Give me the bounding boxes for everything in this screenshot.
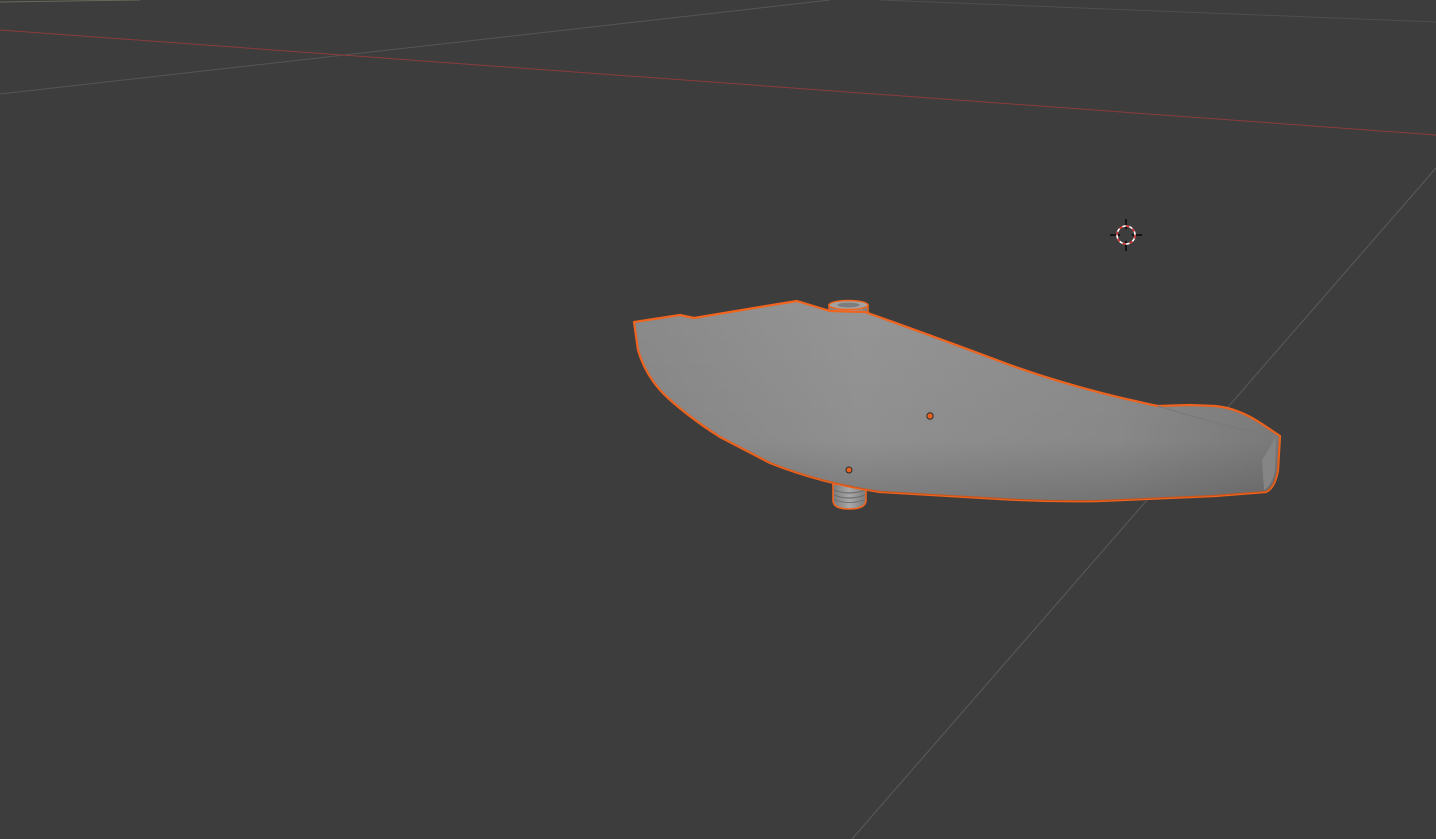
grid-line [879, 0, 1436, 23]
object-origin-point[interactable] [845, 466, 853, 474]
grid-line [0, 0, 141, 3]
wing-shading [634, 301, 1280, 502]
grid-line [0, 0, 831, 95]
grid-line [851, 167, 1436, 839]
object-origin-point[interactable] [926, 412, 934, 420]
3d-viewport[interactable] [0, 0, 1436, 839]
viewport-canvas[interactable] [0, 0, 1436, 839]
x-axis-line [0, 29, 1436, 136]
3d-cursor-icon[interactable] [1110, 219, 1142, 251]
selected-mesh-object[interactable] [632, 299, 1282, 510]
